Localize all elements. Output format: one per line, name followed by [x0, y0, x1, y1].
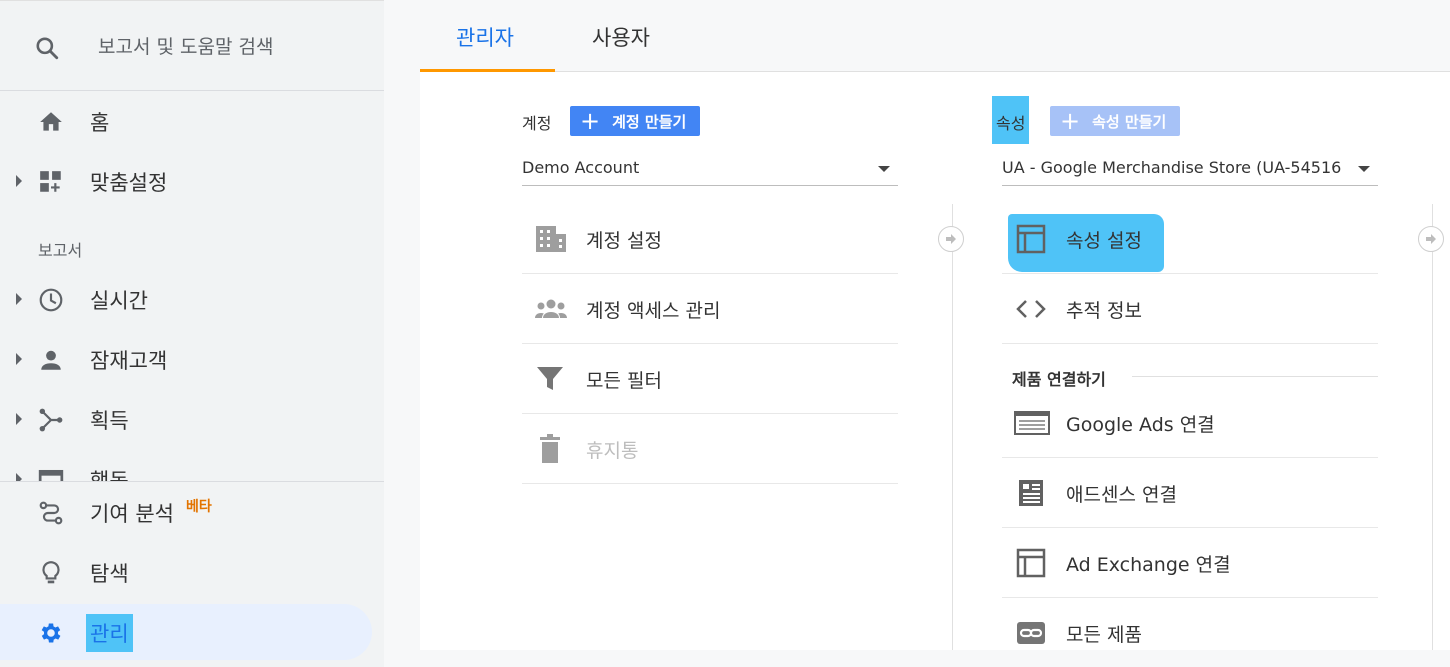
arrow-right-icon [1418, 226, 1444, 252]
arrow-right-icon [938, 226, 964, 252]
tab-admin[interactable]: 관리자 [456, 22, 514, 52]
gear-icon [38, 620, 64, 646]
home-icon [38, 109, 64, 135]
sidebar-item-realtime[interactable]: 실시간 [0, 271, 384, 327]
tab-user[interactable]: 사용자 [592, 22, 650, 52]
create-property-label: 속성 만들기 [1092, 112, 1167, 131]
sidebar-item-attribution[interactable]: 기여 분석 베타 [0, 484, 384, 540]
plus-icon: + [1060, 107, 1081, 135]
building-icon [534, 224, 568, 254]
sidebar: 보고서 및 도움말 검색 홈 맞춤설정 보고서 실시간 잠재고객 획득 행동 기… [0, 0, 384, 667]
ads-icon [1014, 408, 1050, 438]
menu-item-label: 계정 설정 [586, 230, 662, 252]
dropdown-arrow-icon [878, 166, 890, 172]
expand-caret-icon[interactable] [16, 293, 22, 305]
layout-icon [1014, 224, 1048, 254]
trash-icon [534, 434, 568, 464]
plus-icon: + [580, 107, 601, 135]
beta-badge: 베타 [186, 499, 212, 515]
sidebar-item-label: 홈 [90, 111, 110, 135]
ad-exchange-icon [1014, 548, 1048, 578]
search-placeholder[interactable]: 보고서 및 도움말 검색 [98, 32, 273, 59]
sidebar-item-label: 행동 [90, 469, 129, 481]
menu-item-label: 추적 정보 [1066, 300, 1142, 322]
attribution-path-icon [38, 500, 64, 526]
sidebar-item-label: 실시간 [90, 289, 148, 313]
sidebar-item-label: 획득 [90, 409, 129, 433]
menu-item-label: Ad Exchange 연결 [1066, 554, 1231, 576]
menu-item-label: 애드센스 연결 [1066, 484, 1177, 506]
menu-all-filters[interactable]: 모든 필터 [522, 344, 898, 414]
account-select[interactable]: Demo Account [522, 146, 898, 186]
sidebar-item-label: 잠재고객 [90, 349, 168, 373]
property-select[interactable]: UA - Google Merchandise Store (UA-54516.… [1002, 146, 1378, 186]
sidebar-item-behavior[interactable]: 행동 [0, 451, 384, 481]
column-divider [952, 204, 953, 650]
filter-icon [534, 364, 568, 394]
dashboard-plus-icon [38, 169, 64, 195]
search-icon[interactable] [34, 35, 60, 65]
menu-item-label: 모든 필터 [586, 370, 662, 392]
menu-item-label: 휴지통 [586, 440, 639, 462]
link-icon [1014, 618, 1048, 648]
expand-caret-icon[interactable] [16, 353, 22, 365]
sidebar-item-label: 맞춤설정 [90, 171, 168, 195]
menu-account-settings[interactable]: 계정 설정 [522, 204, 898, 274]
behavior-icon [38, 467, 64, 481]
menu-adsense-link[interactable]: 애드센스 연결 [1002, 458, 1378, 528]
sidebar-item-discover[interactable]: 탐색 [0, 544, 384, 600]
sidebar-item-label: 기여 분석 [90, 502, 174, 526]
product-links-heading: 제품 연결하기 [1012, 370, 1106, 389]
menu-item-label: Google Ads 연결 [1066, 414, 1215, 436]
sidebar-item-custom[interactable]: 맞춤설정 [0, 153, 384, 209]
property-selected: UA - Google Merchandise Store (UA-54516.… [1002, 158, 1342, 177]
menu-tracking-info[interactable]: 추적 정보 [1002, 274, 1378, 344]
acquisition-icon [38, 407, 64, 433]
menu-trash[interactable]: 휴지통 [522, 414, 898, 484]
sidebar-item-home[interactable]: 홈 [0, 93, 384, 149]
product-links-divider [1132, 376, 1378, 377]
account-column-label: 계정 [522, 114, 552, 133]
property-column-label: 속성 [992, 96, 1030, 144]
person-icon [38, 347, 64, 373]
sidebar-item-label: 관리 [86, 614, 133, 652]
expand-caret-icon[interactable] [16, 413, 22, 425]
admin-main: 계정 + 계정 만들기 Demo Account 계정 설정 계정 액세스 관리… [420, 72, 1450, 650]
menu-ad-exchange-link[interactable]: Ad Exchange 연결 [1002, 528, 1378, 598]
expand-caret-icon[interactable] [16, 175, 22, 187]
menu-item-label: 계정 액세스 관리 [586, 300, 721, 322]
menu-item-label: 모든 제품 [1066, 624, 1142, 646]
expand-caret-icon[interactable] [16, 473, 22, 481]
create-account-button[interactable]: + 계정 만들기 [570, 106, 701, 136]
create-property-button[interactable]: + 속성 만들기 [1050, 106, 1181, 136]
menu-account-access[interactable]: 계정 액세스 관리 [522, 274, 898, 344]
sidebar-item-audience[interactable]: 잠재고객 [0, 331, 384, 387]
lightbulb-icon [38, 560, 64, 586]
column-divider [1432, 204, 1433, 650]
adsense-icon [1014, 478, 1048, 508]
menu-item-label: 속성 설정 [1066, 230, 1142, 252]
sidebar-item-admin[interactable]: 관리 [0, 604, 384, 660]
dropdown-arrow-icon [1358, 166, 1370, 172]
search-bar[interactable]: 보고서 및 도움말 검색 [0, 1, 384, 91]
menu-google-ads-link[interactable]: Google Ads 연결 [1002, 388, 1378, 458]
menu-all-products[interactable]: 모든 제품 [1002, 598, 1378, 667]
group-icon [534, 294, 568, 324]
sidebar-item-acquisition[interactable]: 획득 [0, 391, 384, 447]
admin-tabs: 관리자 사용자 [420, 0, 1450, 72]
sidebar-item-label: 탐색 [90, 562, 129, 586]
clock-icon [38, 287, 64, 313]
create-account-label: 계정 만들기 [612, 112, 687, 131]
account-selected: Demo Account [522, 158, 640, 177]
reports-section-label: 보고서 [38, 241, 83, 260]
menu-property-settings[interactable]: 속성 설정 [1002, 204, 1378, 274]
code-icon [1014, 294, 1048, 324]
